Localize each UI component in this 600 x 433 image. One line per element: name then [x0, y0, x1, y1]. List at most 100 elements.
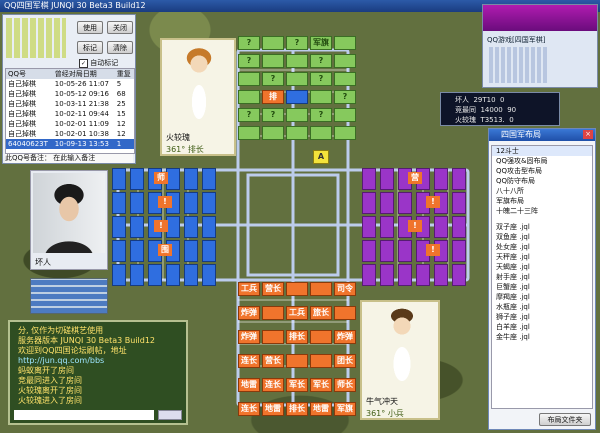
- board-piece[interactable]: [286, 282, 308, 296]
- board-piece[interactable]: [202, 216, 216, 238]
- board-piece[interactable]: [362, 216, 376, 238]
- board-piece[interactable]: [184, 240, 198, 262]
- board-piece[interactable]: 排: [262, 90, 284, 104]
- board-piece[interactable]: 军长: [310, 378, 332, 392]
- board-piece[interactable]: 连长: [238, 354, 260, 368]
- board-piece[interactable]: [202, 168, 216, 190]
- layout-list-item[interactable]: QQ防守布局: [492, 176, 592, 186]
- player-row[interactable]: 火较瑰 T3513. 0: [455, 115, 514, 125]
- layout-list-item[interactable]: 十魄二十三阵: [492, 206, 592, 216]
- board-piece[interactable]: 旅长: [310, 306, 332, 320]
- board-piece[interactable]: [112, 240, 126, 262]
- board-piece[interactable]: [286, 72, 308, 86]
- board-piece[interactable]: [362, 264, 376, 286]
- board-piece[interactable]: [112, 264, 126, 286]
- board-piece[interactable]: [334, 126, 356, 140]
- player-row[interactable]: 竞最同 14000 90: [455, 105, 516, 115]
- board-piece[interactable]: 师长: [334, 378, 356, 392]
- layout-list-item[interactable]: 双子座 .jql: [492, 222, 592, 232]
- board-piece[interactable]: [452, 168, 466, 190]
- board-piece[interactable]: [286, 90, 308, 104]
- board-piece[interactable]: [112, 168, 126, 190]
- board-piece[interactable]: [416, 264, 430, 286]
- layout-list-item[interactable]: 射手座 .jql: [492, 272, 592, 282]
- board-piece[interactable]: 军长: [286, 378, 308, 392]
- board-piece[interactable]: [362, 192, 376, 214]
- board-piece[interactable]: [262, 126, 284, 140]
- layout-list-item[interactable]: 12斗士: [492, 146, 592, 156]
- board-piece[interactable]: 军旗: [310, 36, 332, 50]
- chat-log[interactable]: 分, 仅作为切磋棋艺使用 服务器版本 JUNQI 30 Beta3 Build1…: [8, 320, 188, 425]
- layout-list-item[interactable]: 巨蟹座 .jql: [492, 282, 592, 292]
- board-piece[interactable]: [362, 168, 376, 190]
- board-piece[interactable]: [434, 168, 448, 190]
- board-piece[interactable]: [310, 90, 332, 104]
- layout-list-item[interactable]: 军旗布局: [492, 196, 592, 206]
- layout-list-item[interactable]: 水瓶座 .jql: [492, 302, 592, 312]
- board-piece[interactable]: [130, 168, 144, 190]
- board-piece[interactable]: ?: [310, 72, 332, 86]
- board-piece[interactable]: [130, 192, 144, 214]
- layout-list-item[interactable]: 狮子座 .jql: [492, 312, 592, 322]
- layout-list[interactable]: 12斗士 QQ强攻&固布局 QQ攻击型布局 QQ防守布局 八十八所 军旗布局 十魄二十三阵双…: [491, 145, 593, 409]
- layout-list-item[interactable]: QQ强攻&固布局: [492, 156, 592, 166]
- board-piece[interactable]: 营长: [262, 282, 284, 296]
- board-piece[interactable]: [398, 240, 412, 262]
- board-piece[interactable]: [130, 216, 144, 238]
- board-piece[interactable]: 排长: [286, 330, 308, 344]
- board-piece[interactable]: [334, 54, 356, 68]
- board-piece[interactable]: [452, 192, 466, 214]
- board-piece[interactable]: [184, 192, 198, 214]
- layout-list-item[interactable]: 八十八所: [492, 186, 592, 196]
- board-piece[interactable]: [238, 126, 260, 140]
- board-piece[interactable]: [310, 282, 332, 296]
- layout-list-item[interactable]: 处女座 .jql: [492, 242, 592, 252]
- board-piece[interactable]: [166, 216, 180, 238]
- board-piece[interactable]: [202, 192, 216, 214]
- board-piece[interactable]: [380, 168, 394, 190]
- board-piece[interactable]: [398, 264, 412, 286]
- board-piece[interactable]: 炸弹: [238, 306, 260, 320]
- board-piece[interactable]: [452, 264, 466, 286]
- board-piece[interactable]: [380, 264, 394, 286]
- board-piece[interactable]: [184, 168, 198, 190]
- board-piece[interactable]: ?: [334, 90, 356, 104]
- board-piece[interactable]: [184, 264, 198, 286]
- board-piece[interactable]: [262, 36, 284, 50]
- board-piece[interactable]: [398, 192, 412, 214]
- board-piece[interactable]: [130, 240, 144, 262]
- board-piece[interactable]: [166, 168, 180, 190]
- board-piece[interactable]: 团长: [334, 354, 356, 368]
- board-piece[interactable]: [310, 354, 332, 368]
- layout-list-item[interactable]: 天蝎座 .jql: [492, 262, 592, 272]
- board-piece[interactable]: 工兵: [238, 282, 260, 296]
- board-piece[interactable]: [310, 126, 332, 140]
- player-row[interactable]: 坏人 29T10 0: [455, 95, 504, 105]
- board-piece[interactable]: [362, 240, 376, 262]
- layout-list-item[interactable]: 金牛座 .jql: [492, 332, 592, 342]
- board-piece[interactable]: ?: [262, 108, 284, 122]
- board-piece[interactable]: [334, 306, 356, 320]
- board-piece[interactable]: 军旗: [334, 402, 356, 416]
- board-piece[interactable]: 司令: [334, 282, 356, 296]
- board-piece[interactable]: [334, 72, 356, 86]
- board-piece[interactable]: ?: [238, 108, 260, 122]
- center-marker[interactable]: A: [313, 150, 329, 164]
- board-piece[interactable]: [334, 108, 356, 122]
- board-piece[interactable]: [334, 36, 356, 50]
- board-piece[interactable]: ?: [238, 54, 260, 68]
- board-piece[interactable]: [262, 306, 284, 320]
- board-piece[interactable]: [452, 240, 466, 262]
- send-icon[interactable]: [158, 410, 182, 420]
- layout-list-item[interactable]: 天秤座 .jql: [492, 252, 592, 262]
- board-piece[interactable]: [202, 264, 216, 286]
- board-piece[interactable]: ?: [310, 108, 332, 122]
- layout-list-item[interactable]: 双鱼座 .jql: [492, 232, 592, 242]
- chat-input[interactable]: [14, 410, 154, 420]
- board-piece[interactable]: [380, 216, 394, 238]
- board-piece[interactable]: [452, 216, 466, 238]
- board-piece[interactable]: ?: [286, 36, 308, 50]
- layout-list-item[interactable]: QQ攻击型布局: [492, 166, 592, 176]
- mark-button[interactable]: 标记: [77, 41, 103, 54]
- board-piece[interactable]: 连长: [262, 378, 284, 392]
